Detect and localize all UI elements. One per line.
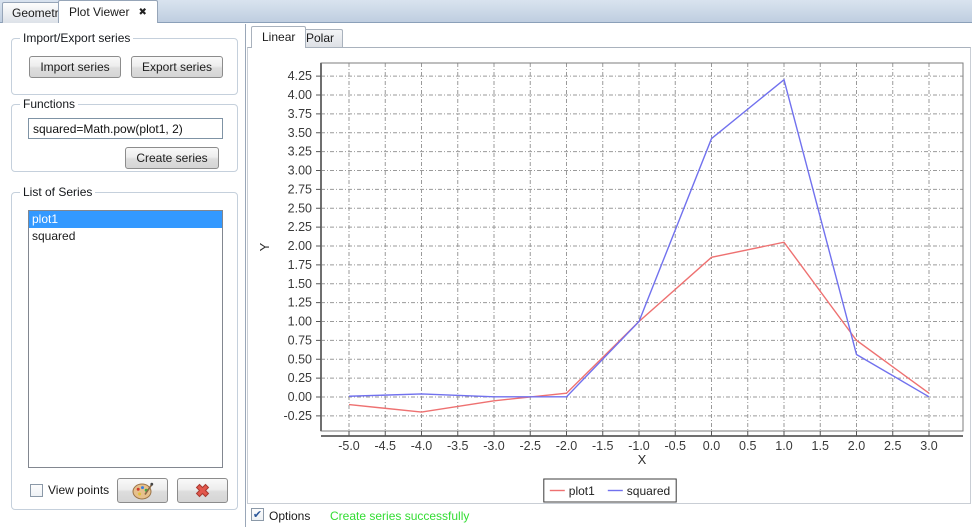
chart-container: -5.0 -4.5 -4.0 -3.5 -3.0 -2.5 -2.0 -1.5 -1.0 -0.5…: [247, 47, 971, 504]
create-series-button[interactable]: Create series: [125, 147, 219, 169]
svg-text:3.25: 3.25: [288, 145, 312, 159]
delete-series-button[interactable]: [177, 478, 228, 503]
tab-plot-viewer[interactable]: Plot Viewer ✖: [58, 0, 158, 23]
svg-text:-3.5: -3.5: [447, 439, 469, 453]
series-listbox[interactable]: plot1 squared: [28, 210, 223, 468]
left-control-panel: Import/Export series Import series Expor…: [0, 24, 246, 527]
svg-text:4.25: 4.25: [288, 69, 312, 83]
function-expression-input[interactable]: [28, 118, 223, 139]
close-tab-icon[interactable]: ✖: [138, 7, 146, 18]
svg-text:-4.0: -4.0: [411, 439, 433, 453]
svg-text:-2.5: -2.5: [519, 439, 541, 453]
window-tab-bar: Geometry Plot Viewer ✖: [0, 0, 972, 23]
svg-text:Y: Y: [257, 242, 272, 251]
view-points-checkbox[interactable]: [30, 484, 43, 497]
view-points-label: View points: [48, 483, 109, 497]
svg-text:2.25: 2.25: [288, 220, 312, 234]
svg-text:-0.25: -0.25: [284, 409, 313, 423]
svg-text:X: X: [638, 452, 647, 467]
svg-text:0.5: 0.5: [739, 439, 756, 453]
svg-text:-0.5: -0.5: [664, 439, 686, 453]
svg-text:0.0: 0.0: [703, 439, 720, 453]
svg-text:plot1: plot1: [569, 484, 595, 498]
svg-text:-3.0: -3.0: [483, 439, 505, 453]
list-item-plot1[interactable]: plot1: [29, 211, 222, 228]
svg-text:squared: squared: [627, 484, 670, 498]
svg-text:2.75: 2.75: [288, 182, 312, 196]
svg-text:1.50: 1.50: [288, 277, 312, 291]
tab-geometry-label: Geometry: [12, 6, 65, 20]
functions-group-title: Functions: [20, 97, 78, 111]
status-bar: ✔ Options Create series successfully: [247, 504, 972, 527]
series-list-group-title: List of Series: [20, 185, 95, 199]
svg-text:0.25: 0.25: [288, 371, 312, 385]
svg-text:-4.5: -4.5: [374, 439, 396, 453]
svg-text:0.50: 0.50: [288, 352, 312, 366]
series-color-button[interactable]: [117, 478, 168, 503]
svg-text:3.75: 3.75: [288, 107, 312, 121]
svg-text:1.25: 1.25: [288, 296, 312, 310]
svg-text:4.00: 4.00: [288, 88, 312, 102]
status-message: Create series successfully: [330, 509, 469, 523]
delete-x-icon: [193, 481, 212, 500]
export-series-button[interactable]: Export series: [131, 56, 223, 78]
svg-text:-5.0: -5.0: [338, 439, 360, 453]
options-label: Options: [269, 509, 310, 523]
svg-text:2.0: 2.0: [848, 439, 865, 453]
options-checkbox[interactable]: ✔: [251, 508, 264, 521]
svg-text:-2.0: -2.0: [556, 439, 578, 453]
svg-text:-1.0: -1.0: [628, 439, 650, 453]
svg-text:1.5: 1.5: [812, 439, 829, 453]
svg-text:3.50: 3.50: [288, 126, 312, 140]
svg-text:-1.5: -1.5: [592, 439, 614, 453]
tab-plot-viewer-label: Plot Viewer: [69, 1, 129, 23]
plot-area-panel: Linear Polar -5.0-4.5-4.0-3.5-3.0-2.5-2.…: [247, 24, 972, 527]
svg-text:1.75: 1.75: [288, 258, 312, 272]
svg-text:1.0: 1.0: [775, 439, 792, 453]
svg-text:0.75: 0.75: [288, 333, 312, 347]
svg-text:1.00: 1.00: [288, 315, 312, 329]
palette-icon: [132, 481, 154, 500]
import-series-button[interactable]: Import series: [29, 56, 121, 78]
svg-text:3.0: 3.0: [920, 439, 937, 453]
svg-text:2.50: 2.50: [288, 201, 312, 215]
svg-text:3.00: 3.00: [288, 164, 312, 178]
svg-text:2.5: 2.5: [884, 439, 901, 453]
svg-text:2.00: 2.00: [288, 239, 312, 253]
import-export-group-title: Import/Export series: [20, 31, 133, 45]
line-chart-canvas: -5.0 -4.5 -4.0 -3.5 -3.0 -2.5 -2.0 -1.5 -1.0 -0.5…: [249, 49, 970, 503]
svg-text:0.00: 0.00: [288, 390, 312, 404]
list-item-squared[interactable]: squared: [29, 228, 222, 245]
tab-linear[interactable]: Linear: [251, 26, 306, 48]
